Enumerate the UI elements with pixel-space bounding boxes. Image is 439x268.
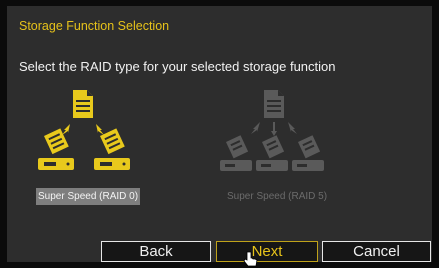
document-icon: [264, 90, 284, 118]
drive-1-icon: [220, 135, 252, 171]
document-icon: [73, 90, 93, 118]
raid5-diagram-icon: [220, 90, 324, 171]
raid5-option[interactable]: Super Speed (RAID 5): [212, 88, 342, 208]
cancel-button[interactable]: Cancel: [322, 241, 431, 262]
dialog-instruction: Select the RAID type for your selected s…: [19, 59, 336, 74]
drive-right-icon: [94, 128, 130, 170]
split-arrows-icon: [62, 124, 104, 135]
hand-cursor-icon: [243, 251, 258, 267]
drive-2-icon: [256, 135, 288, 171]
raid0-label: Super Speed (RAID 0): [36, 188, 141, 205]
dialog-title: Storage Function Selection: [19, 19, 170, 33]
dialog-panel: Storage Function Selection Select the RA…: [7, 6, 432, 262]
raid5-label: Super Speed (RAID 5): [227, 191, 328, 202]
split-arrows-icon: [251, 122, 297, 136]
back-button[interactable]: Back: [101, 241, 211, 262]
raid0-option[interactable]: Super Speed (RAID 0): [26, 88, 142, 208]
raid0-diagram-icon: [38, 90, 130, 170]
drive-3-icon: [292, 135, 324, 171]
drive-left-icon: [38, 128, 74, 170]
next-button[interactable]: Next: [216, 241, 318, 262]
